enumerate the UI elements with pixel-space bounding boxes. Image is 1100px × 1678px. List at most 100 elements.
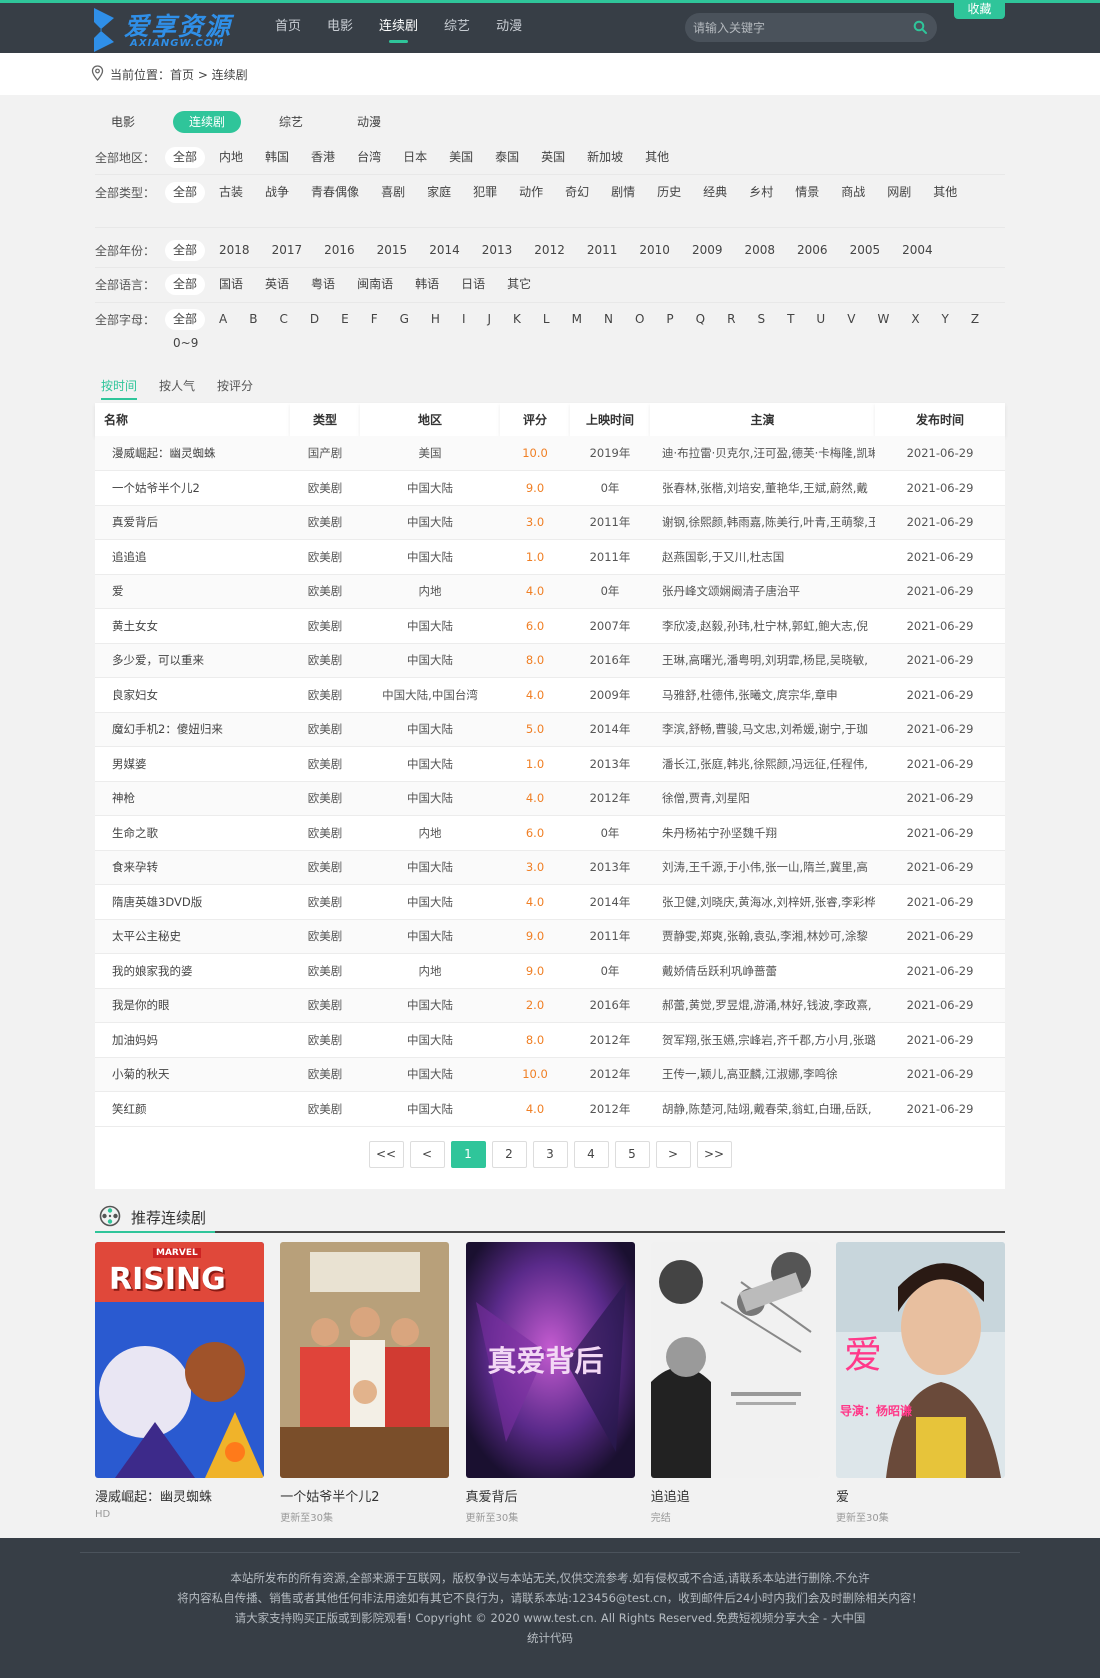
filter-option[interactable]: 青春偶像: [303, 182, 367, 203]
filter-option[interactable]: 2006: [789, 240, 836, 261]
filter-option[interactable]: H: [423, 309, 448, 330]
sort-by-popularity[interactable]: 按人气: [153, 377, 201, 400]
table-row[interactable]: 我是你的眼 欧美剧 中国大陆 2.0 2016年 郝蕾,黄觉,罗昱焜,游涌,林好,钱波,李…: [95, 988, 1005, 1023]
recommend-card[interactable]: 追追追 完结: [650, 1242, 820, 1524]
page-button[interactable]: >: [655, 1141, 691, 1168]
filter-option[interactable]: U: [808, 309, 833, 330]
cell-name[interactable]: 加油妈妈: [95, 1022, 290, 1058]
filter-option[interactable]: 2010: [631, 240, 678, 261]
cell-name[interactable]: 笑红颜: [95, 1091, 290, 1127]
cell-name[interactable]: 追追追: [95, 539, 290, 575]
poster-image[interactable]: 真爱背后: [465, 1242, 635, 1478]
cell-name[interactable]: 男媒婆: [95, 746, 290, 782]
table-row[interactable]: 多少爱，可以重来 欧美剧 中国大陆 8.0 2016年 王琳,高曙光,潘粤明,刘玥霏,杨昆…: [95, 643, 1005, 678]
filter-option[interactable]: O: [627, 309, 652, 330]
filter-option[interactable]: 历史: [649, 182, 689, 203]
table-row[interactable]: 良家妇女 欧美剧 中国大陆,中国台湾 4.0 2009年 马雅舒,杜德伟,张曦文,庹宗华,…: [95, 677, 1005, 713]
filter-option[interactable]: 2005: [842, 240, 889, 261]
table-row[interactable]: 生命之歌 欧美剧 内地 6.0 0年 朱丹杨祐宁孙坚魏千翔 2021-06-29: [95, 815, 1005, 851]
nav-home[interactable]: 首页: [275, 3, 301, 53]
filter-option[interactable]: 乡村: [741, 182, 781, 203]
nav-series[interactable]: 连续剧: [379, 3, 418, 53]
table-row[interactable]: 食来孕转 欧美剧 中国大陆 3.0 2013年 刘涛,王千源,于小伟,张一山,隋兰,冀里,…: [95, 850, 1005, 885]
filter-option[interactable]: 2012: [526, 240, 573, 261]
filter-option[interactable]: 日语: [453, 274, 493, 295]
poster-image[interactable]: [280, 1242, 450, 1478]
filter-option[interactable]: 家庭: [419, 182, 459, 203]
filter-option[interactable]: K: [505, 309, 529, 330]
recommend-card[interactable]: 爱 导演：杨昭谦 爱 更新至30集: [836, 1242, 1005, 1524]
filter-option[interactable]: V: [839, 309, 863, 330]
nav-anime[interactable]: 动漫: [496, 3, 522, 53]
filter-option[interactable]: Z: [963, 309, 987, 330]
card-title[interactable]: 漫威崛起：幽灵蜘蛛: [95, 1486, 264, 1505]
filter-option[interactable]: 其他: [925, 182, 965, 203]
filter-option[interactable]: 新加坡: [579, 147, 631, 168]
filter-option[interactable]: 2004: [894, 240, 941, 261]
filter-option[interactable]: N: [596, 309, 621, 330]
table-row[interactable]: 真爱背后 欧美剧 中国大陆 3.0 2011年 谢钢,徐熙颜,韩雨嘉,陈美行,叶青,王萌黎…: [95, 505, 1005, 540]
filter-option[interactable]: A: [211, 309, 235, 330]
filter-option[interactable]: X: [903, 309, 927, 330]
cell-name[interactable]: 神枪: [95, 781, 290, 816]
filter-option[interactable]: 内地: [211, 147, 251, 168]
cell-name[interactable]: 食来孕转: [95, 850, 290, 885]
recommend-card[interactable]: RISING MARVEL 漫威崛起：幽灵蜘蛛 HD: [95, 1242, 264, 1524]
table-row[interactable]: 男媒婆 欧美剧 中国大陆 1.0 2013年 潘长江,张庭,韩兆,徐熙颜,冯远征,任程伟,…: [95, 746, 1005, 782]
category-anime[interactable]: 动漫: [341, 111, 397, 133]
category-variety[interactable]: 综艺: [263, 111, 319, 133]
cell-name[interactable]: 黄土女女: [95, 608, 290, 644]
filter-option[interactable]: B: [241, 309, 265, 330]
category-movie[interactable]: 电影: [95, 111, 151, 133]
filter-option[interactable]: D: [302, 309, 327, 330]
page-button[interactable]: 2: [491, 1141, 527, 1168]
filter-option[interactable]: L: [535, 309, 558, 330]
filter-option[interactable]: 2018: [211, 240, 258, 261]
poster-image[interactable]: [650, 1242, 820, 1478]
page-button[interactable]: 3: [532, 1141, 568, 1168]
search-input[interactable]: [693, 13, 893, 42]
table-row[interactable]: 追追追 欧美剧 中国大陆 1.0 2011年 赵燕国彰,于又川,杜志国 2021-06-29: [95, 539, 1005, 575]
nav-variety[interactable]: 综艺: [444, 3, 470, 53]
filter-option[interactable]: 美国: [441, 147, 481, 168]
nav-movie[interactable]: 电影: [327, 3, 353, 53]
table-row[interactable]: 小菊的秋天 欧美剧 中国大陆 10.0 2012年 王传一,颖儿,高亚麟,江淑娜,李鸣徐 2…: [95, 1057, 1005, 1092]
filter-option[interactable]: 0~9: [165, 333, 206, 354]
table-row[interactable]: 隋唐英雄3DVD版 欧美剧 中国大陆 4.0 2014年 张卫健,刘晓庆,黄海冰,刘梓妍,…: [95, 884, 1005, 920]
filter-option[interactable]: 粤语: [303, 274, 343, 295]
filter-option[interactable]: G: [392, 309, 417, 330]
table-row[interactable]: 魔幻手机2：傻妞归来 欧美剧 中国大陆 5.0 2014年 李滨,舒畅,曹骏,马文忠,刘希…: [95, 712, 1005, 747]
category-series[interactable]: 连续剧: [173, 111, 242, 133]
filter-option[interactable]: 2013: [474, 240, 521, 261]
filter-option[interactable]: 台湾: [349, 147, 389, 168]
table-row[interactable]: 太平公主秘史 欧美剧 中国大陆 9.0 2011年 贾静雯,郑爽,张翰,袁弘,李湘,林妙可…: [95, 919, 1005, 954]
filter-option[interactable]: 喜剧: [373, 182, 413, 203]
filter-option[interactable]: 其它: [499, 274, 539, 295]
page-button[interactable]: 5: [614, 1141, 650, 1168]
table-row[interactable]: 我的娘家我的婆 欧美剧 内地 9.0 0年 戴娇倩岳跃利巩峥蔷蕾 2021-06-29: [95, 953, 1005, 989]
filter-option[interactable]: 商战: [833, 182, 873, 203]
cell-name[interactable]: 爱: [95, 574, 290, 609]
search-icon[interactable]: [913, 20, 927, 34]
filter-option[interactable]: J: [480, 309, 500, 330]
filter-option[interactable]: 2009: [684, 240, 731, 261]
table-row[interactable]: 笑红颜 欧美剧 中国大陆 4.0 2012年 胡静,陈楚河,陆翊,戴春荣,翁虹,白珊,岳跃…: [95, 1091, 1005, 1127]
filter-option[interactable]: T: [779, 309, 802, 330]
filter-option[interactable]: 韩语: [407, 274, 447, 295]
cell-name[interactable]: 我的娘家我的婆: [95, 953, 290, 989]
sort-by-rating[interactable]: 按评分: [211, 377, 259, 400]
filter-option[interactable]: 英语: [257, 274, 297, 295]
filter-option[interactable]: 2008: [736, 240, 783, 261]
cell-name[interactable]: 生命之歌: [95, 815, 290, 851]
filter-option[interactable]: 情景: [787, 182, 827, 203]
filter-option[interactable]: 国语: [211, 274, 251, 295]
filter-option[interactable]: I: [454, 309, 474, 330]
recommend-card[interactable]: 真爱背后 真爱背后 更新至30集: [465, 1242, 635, 1524]
filter-option[interactable]: 香港: [303, 147, 343, 168]
filter-option[interactable]: R: [719, 309, 743, 330]
filter-option[interactable]: 其他: [637, 147, 677, 168]
cell-name[interactable]: 一个姑爷半个儿2: [95, 470, 290, 506]
card-title[interactable]: 一个姑爷半个儿2: [280, 1486, 449, 1505]
page-button[interactable]: <: [409, 1141, 445, 1168]
recommend-card[interactable]: 一个姑爷半个儿2 更新至30集: [280, 1242, 450, 1524]
